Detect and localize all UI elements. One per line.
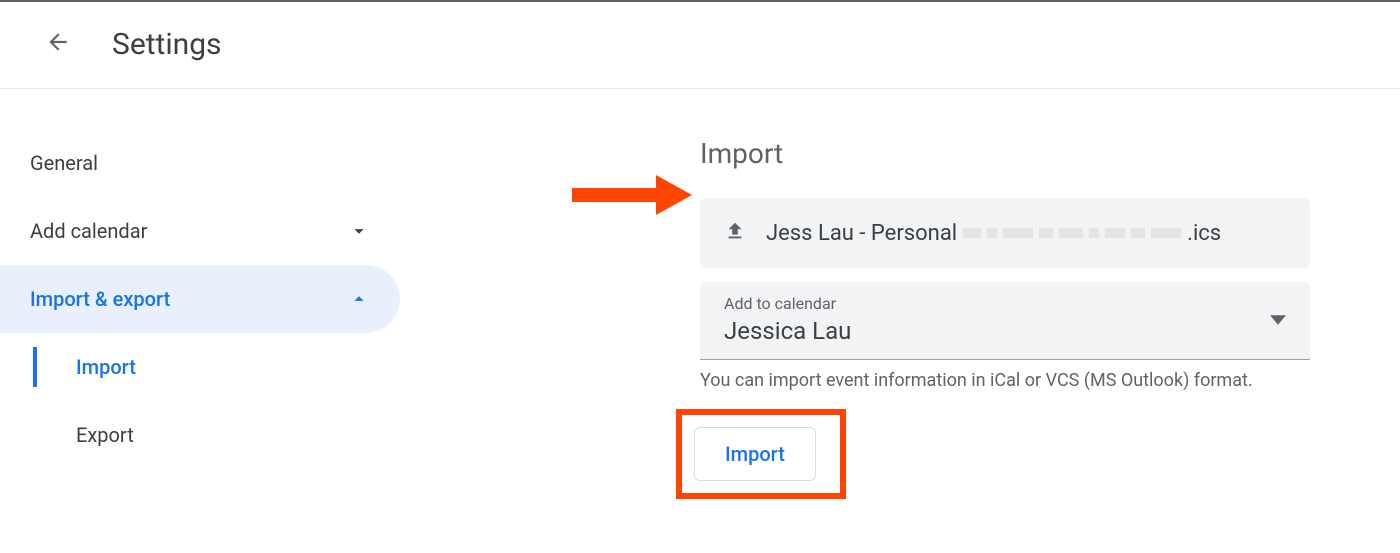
chevron-up-icon: [348, 288, 370, 310]
sidebar-item-general[interactable]: General: [0, 129, 400, 197]
sidebar-item-label: Import & export: [30, 287, 170, 311]
calendar-select[interactable]: Add to calendar Jessica Lau: [700, 282, 1310, 360]
chevron-down-icon: [348, 220, 370, 242]
sidebar-subitem-export[interactable]: Export: [0, 401, 400, 469]
caret-down-icon: [1270, 310, 1286, 329]
sidebar-item-label: General: [30, 151, 98, 175]
section-heading: Import: [700, 137, 1400, 170]
annotation-arrow-icon: [572, 175, 692, 219]
sidebar-subitem-label: Export: [76, 423, 134, 447]
select-value: Jessica Lau: [724, 317, 851, 345]
sidebar-item-import-export[interactable]: Import & export: [0, 265, 400, 333]
redacted-segment: [963, 228, 1181, 238]
select-label: Add to calendar: [724, 294, 851, 313]
sidebar-subitem-import[interactable]: Import: [0, 333, 400, 401]
main-panel: Import Jess Lau - Personal .ics: [400, 89, 1400, 499]
page-title: Settings: [112, 27, 222, 62]
import-button[interactable]: Import: [694, 427, 816, 481]
file-picker-field[interactable]: Jess Lau - Personal .ics: [700, 198, 1310, 268]
sidebar-item-label: Add calendar: [30, 219, 147, 243]
file-name-suffix: .ics: [1187, 221, 1221, 246]
annotation-highlight-box: Import: [676, 409, 846, 499]
selected-file-name: Jess Lau - Personal .ics: [766, 221, 1221, 246]
back-button[interactable]: [38, 24, 78, 64]
import-button-label: Import: [725, 442, 785, 466]
helper-text: You can import event information in iCal…: [700, 370, 1400, 391]
file-name-prefix: Jess Lau - Personal: [766, 221, 957, 246]
upload-icon: [724, 220, 746, 246]
sidebar-item-add-calendar[interactable]: Add calendar: [0, 197, 400, 265]
sidebar-subitem-label: Import: [76, 355, 136, 379]
header-bar: Settings: [0, 2, 1400, 89]
sidebar: General Add calendar Import & export Imp…: [0, 89, 400, 499]
arrow-left-icon: [45, 29, 71, 59]
